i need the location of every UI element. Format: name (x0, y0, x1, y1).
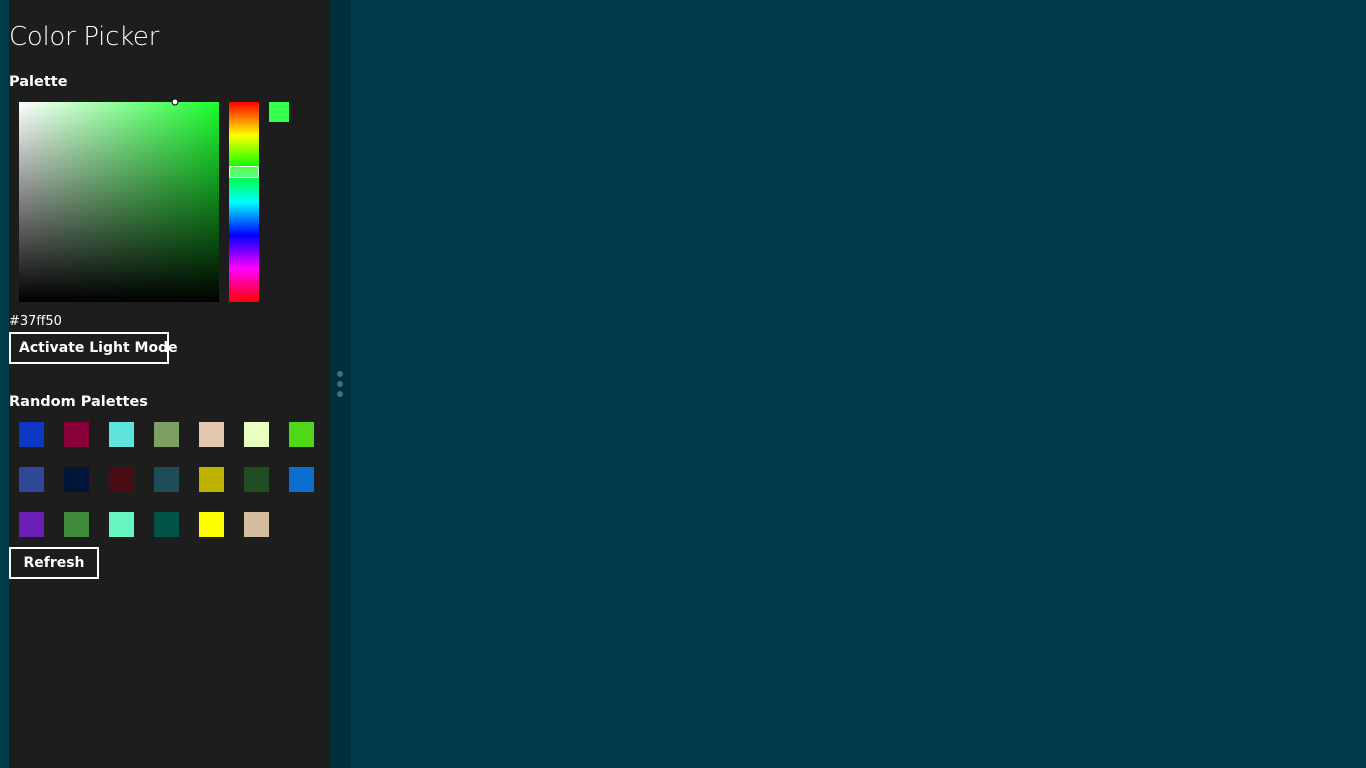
saturation-brightness-area[interactable] (19, 98, 219, 302)
panel-edge (0, 0, 9, 768)
palette-swatch[interactable] (244, 422, 269, 447)
splitter-grip-icon (337, 391, 343, 397)
color-picker-panel: Color Picker Palette #37ff50 Activate Li… (0, 0, 329, 768)
palette-swatch[interactable] (199, 512, 224, 537)
activate-light-mode-button[interactable]: Activate Light Mode (9, 332, 178, 364)
palette-swatch[interactable] (199, 467, 224, 492)
refresh-button[interactable]: Refresh (9, 547, 99, 579)
palette-swatch[interactable] (19, 512, 44, 537)
hue-slider-thumb[interactable] (229, 166, 259, 178)
palette-swatch[interactable] (154, 467, 179, 492)
palette-swatch[interactable] (109, 467, 134, 492)
palette-swatch[interactable] (244, 512, 269, 537)
palette-swatch[interactable] (289, 467, 314, 492)
splitter-grip-icon (337, 381, 343, 387)
palette-swatch[interactable] (244, 467, 269, 492)
random-palettes-section-label: Random Palettes (9, 394, 148, 410)
palette-swatch[interactable] (64, 422, 89, 447)
palette-swatch[interactable] (109, 512, 134, 537)
palette-swatch[interactable] (199, 422, 224, 447)
saturation-brightness-handle[interactable] (171, 98, 179, 106)
random-palette-grid (19, 422, 329, 537)
palette-swatch[interactable] (109, 422, 134, 447)
app-window: Color Picker Palette #37ff50 Activate Li… (0, 0, 1366, 768)
palette-swatch[interactable] (19, 422, 44, 447)
palette-swatch[interactable] (154, 512, 179, 537)
palette-swatch[interactable] (64, 512, 89, 537)
hue-slider[interactable] (229, 102, 259, 302)
palette-swatch[interactable] (19, 467, 44, 492)
palette-swatch[interactable] (289, 422, 314, 447)
palette-swatch[interactable] (154, 422, 179, 447)
page-title: Color Picker (9, 22, 159, 52)
splitter-grip-icon (337, 371, 343, 377)
palette-section-label: Palette (9, 74, 68, 90)
panel-splitter[interactable] (329, 0, 351, 768)
hex-value-text: #37ff50 (9, 314, 62, 329)
selected-color-preview (269, 102, 289, 122)
palette-swatch[interactable] (64, 467, 89, 492)
main-content-area (351, 0, 1366, 768)
